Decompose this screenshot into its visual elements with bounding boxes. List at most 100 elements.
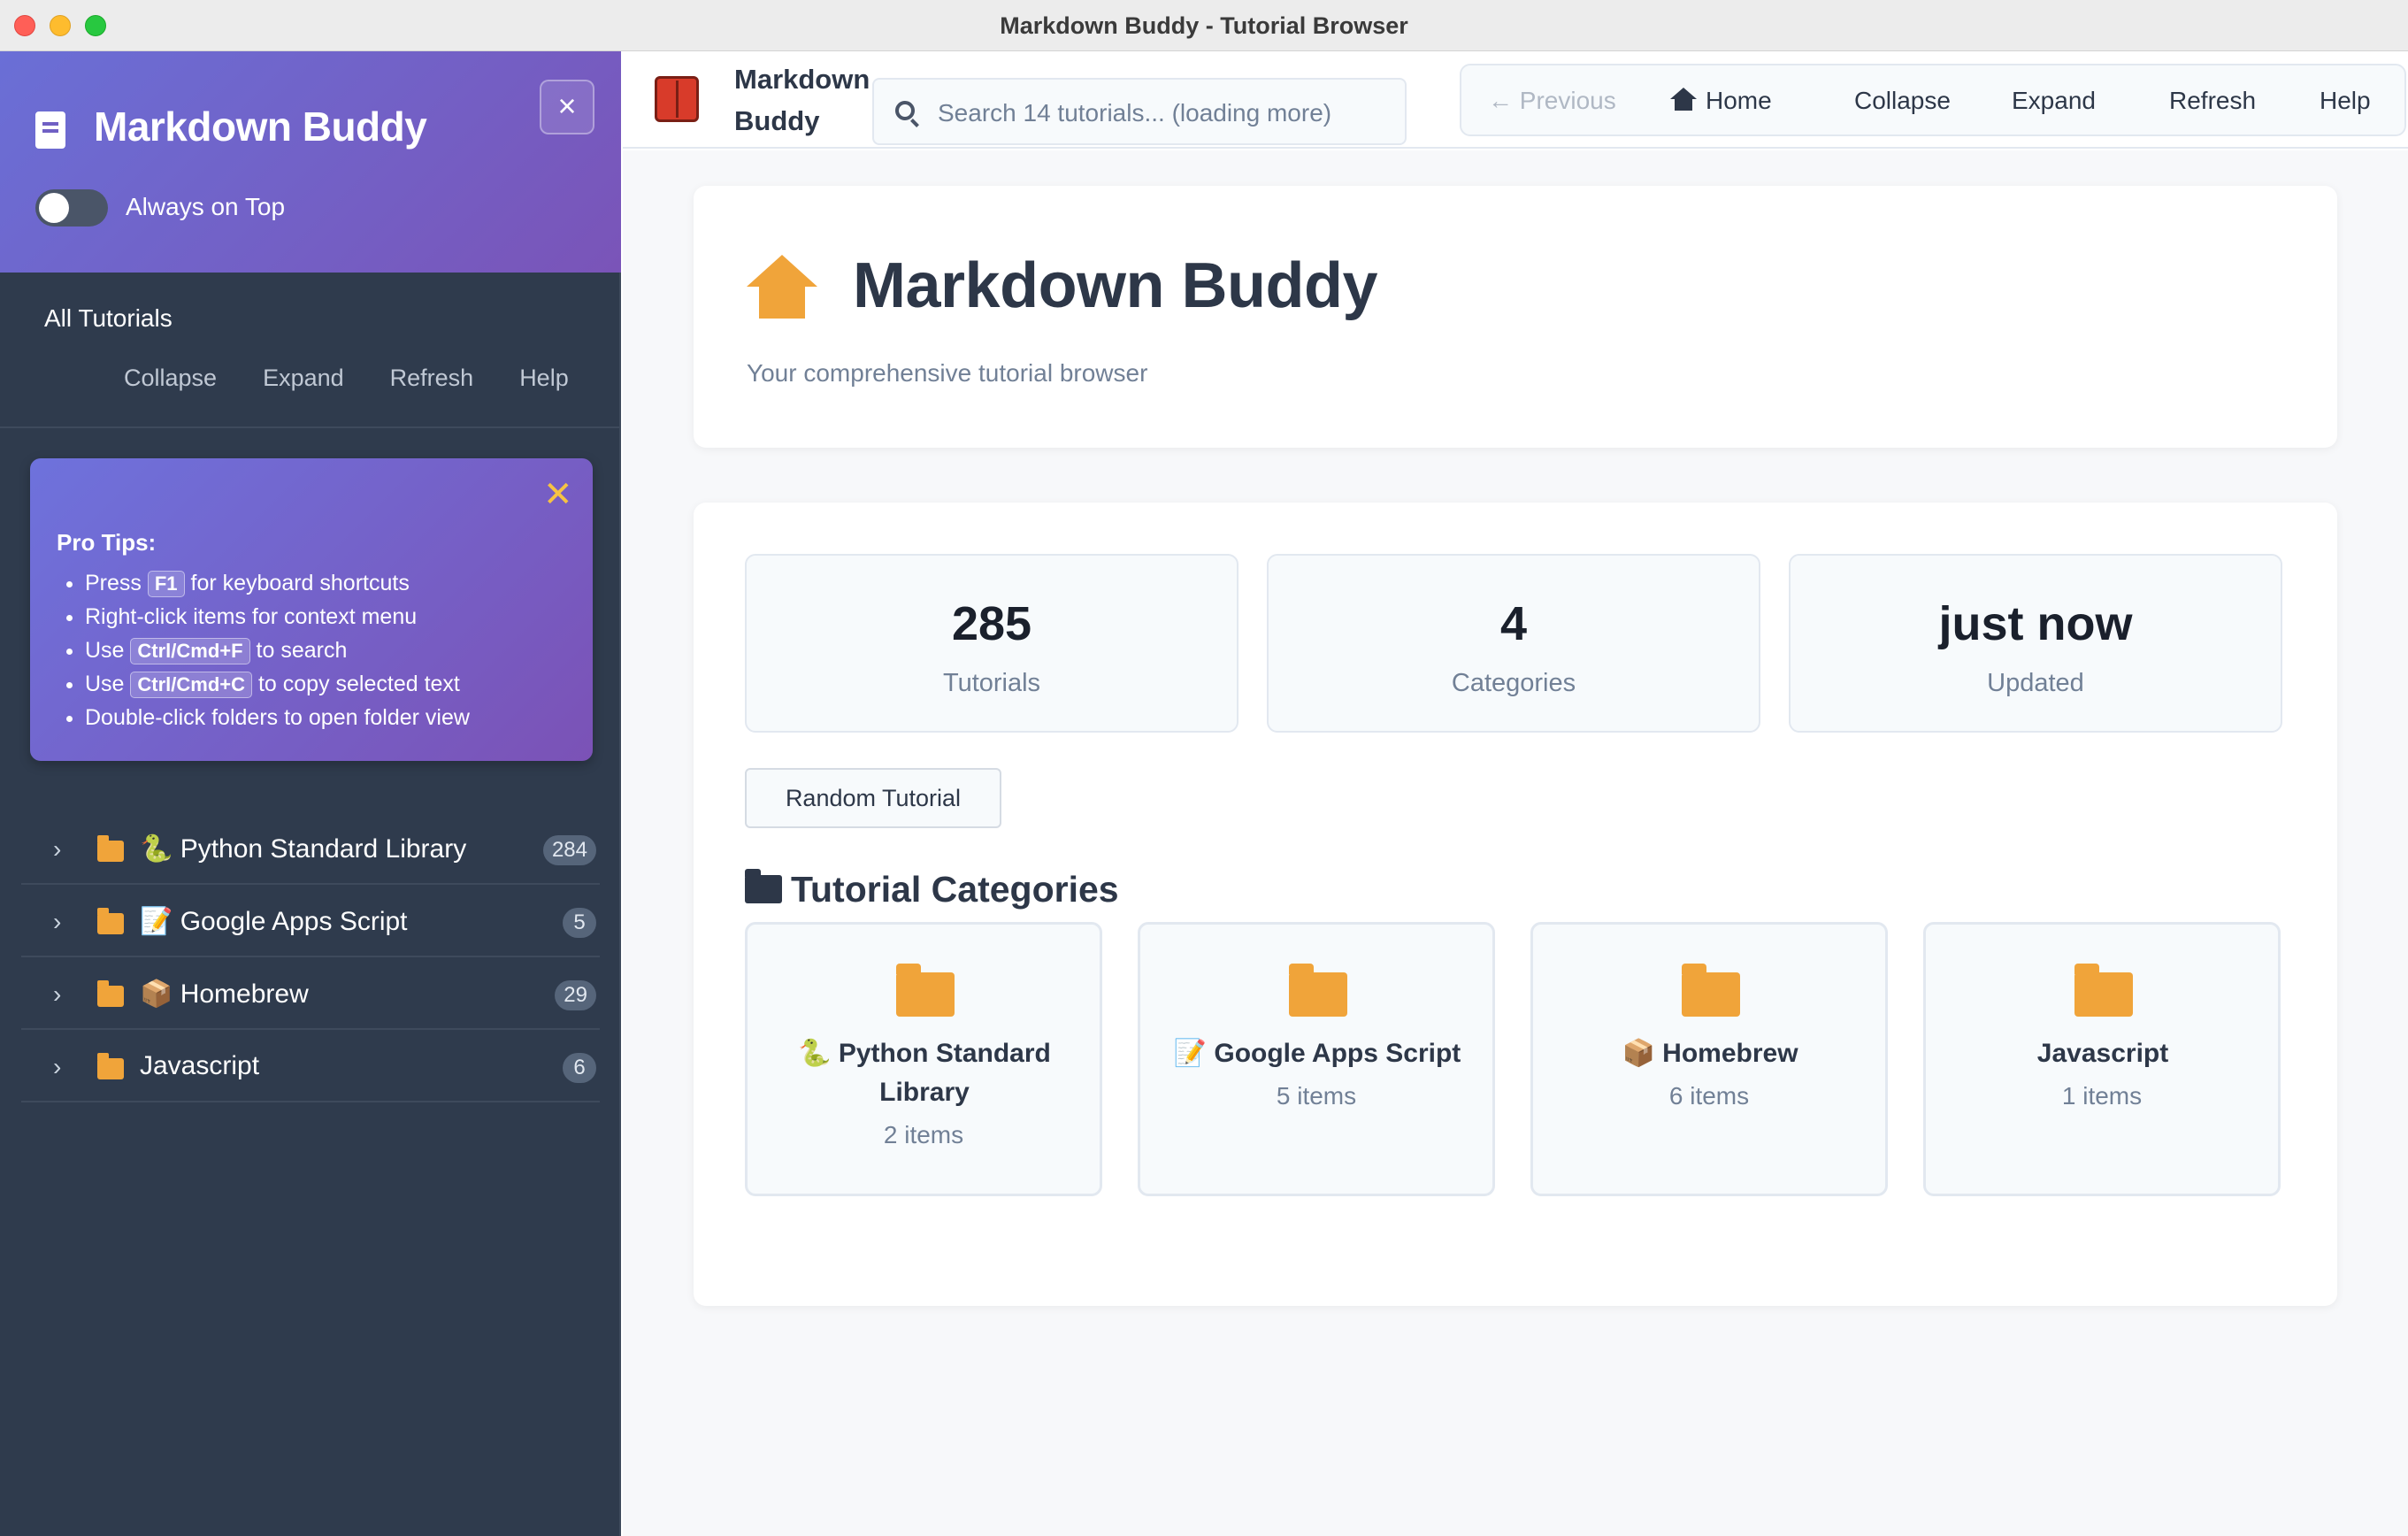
home-button[interactable]: Home — [1670, 87, 1772, 115]
tip-text: for keyboard shortcuts — [184, 571, 410, 595]
sidebar-title: Markdown Buddy — [94, 104, 427, 150]
previous-button[interactable]: ← Previous — [1488, 87, 1616, 115]
chevron-right-icon[interactable]: › — [53, 908, 61, 936]
overview-card: 285 Tutorials 4 Categories just now Upda… — [694, 503, 2337, 1306]
stat-label: Updated — [1987, 669, 2084, 697]
kbd-key: Ctrl/Cmd+F — [130, 638, 250, 665]
sidebar-refresh-button[interactable]: Refresh — [390, 365, 474, 392]
toggle-knob — [39, 193, 69, 223]
pro-tip-item: Press F1 for keyboard shortcuts — [85, 566, 470, 600]
always-on-top-toggle[interactable] — [35, 189, 108, 227]
search-placeholder: Search 14 tutorials... (loading more) — [938, 99, 1332, 127]
category-card-homebrew[interactable]: 📦 Homebrew 6 items — [1530, 922, 1888, 1196]
pro-tips-close-button[interactable]: ✕ — [543, 474, 573, 515]
category-card-javascript[interactable]: Javascript 1 items — [1923, 922, 2281, 1196]
pro-tips-list: Press F1 for keyboard shortcuts Right-cl… — [85, 566, 470, 734]
sidebar-expand-button[interactable]: Expand — [263, 365, 344, 392]
category-card-google-apps-script[interactable]: 📝 Google Apps Script 5 items — [1138, 922, 1495, 1196]
random-tutorial-button[interactable]: Random Tutorial — [745, 768, 1001, 828]
tip-text: Use — [85, 638, 131, 663]
kbd-key: F1 — [147, 571, 185, 598]
page-title: Markdown Buddy — [853, 250, 1378, 321]
chevron-right-icon[interactable]: › — [53, 1053, 61, 1081]
hero-card: Markdown Buddy Your comprehensive tutori… — [694, 186, 2337, 448]
nav-button-group: ← Previous Home Collapse Expand Refresh … — [1460, 64, 2406, 136]
sidebar-actions: Collapse Expand Refresh Help — [124, 365, 569, 392]
folder-icon — [97, 980, 124, 1007]
category-count: 5 items — [1276, 1082, 1357, 1110]
open-book-icon — [655, 76, 699, 122]
stat-label: Tutorials — [942, 669, 1041, 697]
tree-item-homebrew[interactable]: › 📦 Homebrew 29 — [21, 957, 600, 1030]
category-name: 📝 Google Apps Script — [1173, 1039, 1461, 1068]
pro-tips-title: Pro Tips: — [57, 529, 157, 556]
stat-tutorials: 285 Tutorials — [745, 554, 1239, 733]
folder-icon — [2074, 964, 2133, 1017]
stat-label: Categories — [1451, 669, 1576, 697]
category-count: 2 items — [883, 1121, 964, 1148]
tree-item-label: Javascript — [140, 1051, 260, 1080]
category-count: 6 items — [1668, 1082, 1750, 1110]
category-card-python[interactable]: 🐍 Python Standard Library 2 items — [745, 922, 1102, 1196]
kbd-key: Ctrl/Cmd+C — [130, 672, 253, 699]
sidebar-collapse-button[interactable]: Collapse — [124, 365, 217, 392]
folder-icon — [97, 908, 124, 934]
sidebar-close-button[interactable]: × — [540, 80, 594, 134]
tree-item-label: 📦 Homebrew — [140, 979, 309, 1009]
pro-tip-item: Use Ctrl/Cmd+C to copy selected text — [85, 667, 470, 701]
tree-item-google-apps-script[interactable]: › 📝 Google Apps Script 5 — [21, 885, 600, 957]
tutorial-tree: › 🐍 Python Standard Library 284 › 📝 Goog… — [21, 812, 600, 1102]
tip-text: to copy selected text — [252, 672, 460, 696]
pro-tip-item: Right-click items for context menu — [85, 600, 470, 634]
chevron-right-icon[interactable]: › — [53, 980, 61, 1009]
home-icon — [1670, 88, 1697, 111]
home-icon — [747, 255, 817, 320]
sidebar-help-button[interactable]: Help — [519, 365, 569, 392]
book-icon — [35, 111, 65, 149]
window-title: Markdown Buddy - Tutorial Browser — [1000, 12, 1408, 39]
collapse-button[interactable]: Collapse — [1854, 87, 1951, 115]
stat-categories: 4 Categories — [1267, 554, 1760, 733]
stat-value: 4 — [1499, 597, 1528, 650]
count-badge: 29 — [555, 980, 596, 1010]
count-badge: 6 — [563, 1053, 596, 1083]
count-badge: 5 — [563, 908, 596, 938]
folder-icon — [896, 964, 955, 1017]
categories-heading-text: Tutorial Categories — [791, 869, 1119, 910]
folder-icon — [97, 1053, 124, 1079]
tip-text: Use — [85, 672, 131, 696]
always-on-top-label: Always on Top — [126, 193, 286, 220]
chevron-right-icon[interactable]: › — [53, 835, 61, 864]
stat-updated: just now Updated — [1789, 554, 2282, 733]
search-input[interactable]: Search 14 tutorials... (loading more) — [872, 78, 1407, 145]
category-name: Javascript — [2036, 1039, 2169, 1068]
expand-button[interactable]: Expand — [2012, 87, 2096, 115]
page-subtitle: Your comprehensive tutorial browser — [747, 359, 1148, 387]
pro-tip-item: Double-click folders to open folder view — [85, 701, 470, 734]
stat-value: 285 — [951, 597, 1032, 650]
home-button-label: Home — [1706, 87, 1772, 114]
refresh-button[interactable]: Refresh — [2169, 87, 2256, 115]
toolbar-brand: Markdown Buddy — [734, 64, 870, 136]
all-tutorials-heading: All Tutorials — [44, 304, 173, 332]
folder-icon — [745, 869, 782, 903]
sidebar-header: Markdown Buddy × Always on Top — [0, 51, 621, 273]
category-name: 📦 Homebrew — [1622, 1039, 1798, 1068]
sidebar-divider — [0, 426, 619, 428]
sidebar: Markdown Buddy × Always on Top All Tutor… — [0, 51, 621, 1536]
top-toolbar: Markdown Buddy Search 14 tutorials... (l… — [623, 51, 2408, 149]
stat-value: just now — [1938, 597, 2133, 650]
tip-text: Double-click folders to open folder view — [85, 705, 470, 730]
pro-tips-panel: ✕ Pro Tips: Press F1 for keyboard shortc… — [30, 458, 593, 761]
tip-text: Press — [85, 571, 148, 595]
search-icon — [895, 101, 915, 120]
categories-heading: Tutorial Categories — [745, 869, 1119, 910]
tree-item-javascript[interactable]: › Javascript 6 — [21, 1030, 600, 1102]
tree-item-python[interactable]: › 🐍 Python Standard Library 284 — [21, 812, 600, 885]
window-titlebar: Markdown Buddy - Tutorial Browser — [0, 0, 2408, 51]
folder-icon — [97, 835, 124, 862]
help-button[interactable]: Help — [2320, 87, 2371, 115]
tree-item-label: 📝 Google Apps Script — [140, 907, 408, 936]
folder-icon — [1289, 964, 1347, 1017]
category-name: 🐍 Python Standard Library — [798, 1039, 1051, 1107]
